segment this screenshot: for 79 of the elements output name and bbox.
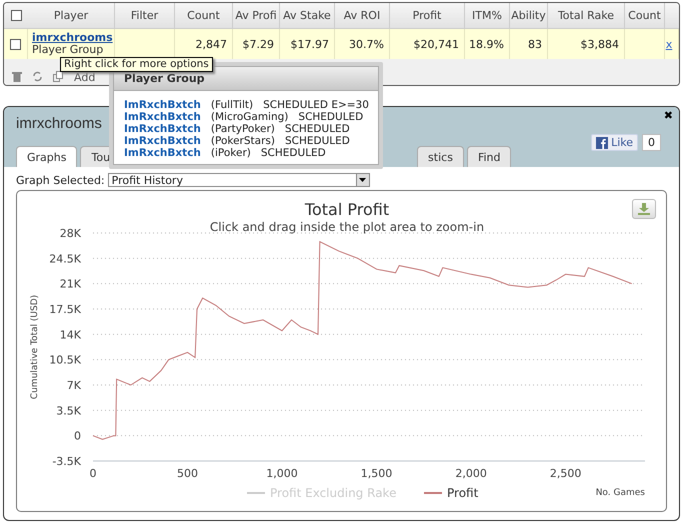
like-count: 0 xyxy=(642,134,661,151)
y-tick-label: 24.5K xyxy=(49,252,81,266)
site-name: (iPoker) xyxy=(210,147,251,159)
y-tick-label: 17.5K xyxy=(49,303,81,316)
trash-icon[interactable] xyxy=(12,71,22,82)
schedule-status: SCHEDULED xyxy=(284,135,350,147)
table-cell: 2,847 xyxy=(175,29,233,59)
y-tick-label: 28K xyxy=(60,227,81,240)
player-link[interactable]: imrxchrooms xyxy=(32,32,113,44)
close-icon[interactable]: ✖ xyxy=(664,109,673,122)
header-cell xyxy=(665,3,679,29)
select-all-checkbox[interactable] xyxy=(10,10,22,21)
add-label[interactable]: Add xyxy=(74,71,96,84)
chart-title: Total Profit xyxy=(304,200,390,219)
x-tick-label: 0 xyxy=(90,467,96,480)
caret-icon xyxy=(359,178,366,182)
dropdown-button[interactable] xyxy=(356,174,369,186)
x-tick-label: 1,500 xyxy=(360,467,392,480)
like-logo-icon xyxy=(596,136,608,148)
y-tick-label: 0 xyxy=(74,430,81,443)
row-checkbox[interactable] xyxy=(10,38,21,50)
site-name: (MicroGaming) xyxy=(210,111,288,123)
site-name: (FullTilt) xyxy=(210,99,254,111)
site-name: (PartyPoker) xyxy=(210,123,275,135)
tab[interactable]: stics xyxy=(417,146,464,167)
column-header[interactable]: Av Stake xyxy=(280,3,335,29)
y-tick-label: -3.5K xyxy=(52,455,81,468)
column-header[interactable]: ITM% xyxy=(465,3,510,29)
player-type: Player Group xyxy=(32,44,104,56)
download-icon[interactable] xyxy=(632,199,656,219)
like-button[interactable]: Like xyxy=(591,134,638,151)
schedule-status: SCHEDULED E>=30 xyxy=(263,99,369,111)
copy-icon[interactable] xyxy=(53,71,64,82)
schedule-status: SCHEDULED xyxy=(298,111,364,123)
y-tick-label: 3.5K xyxy=(56,404,81,418)
x-axis-title: No. Games xyxy=(596,488,645,498)
y-tick-label: 10.5K xyxy=(49,354,81,367)
table-cell: $17.97 xyxy=(280,29,335,59)
legend-label: Profit xyxy=(447,486,479,500)
table-cell: 30.7% xyxy=(335,29,390,59)
site-name: (PokerStars) xyxy=(210,135,275,147)
column-header[interactable]: Count xyxy=(175,3,233,29)
column-header[interactable]: Total Rake xyxy=(548,3,625,29)
x-tick-label: 500 xyxy=(177,467,198,480)
y-tick-label: 7K xyxy=(66,379,81,392)
column-header[interactable]: Av ROI xyxy=(335,3,390,29)
player-name[interactable]: ImRxchBxtch xyxy=(124,111,201,123)
x-tick-label: 1,000 xyxy=(266,467,298,480)
schedule-status: SCHEDULED xyxy=(284,123,350,135)
table-cell: $20,741 xyxy=(390,29,465,59)
table-cell: $3,884 xyxy=(548,29,625,59)
legend-item[interactable]: Profit xyxy=(424,486,478,500)
y-tick-label: 14K xyxy=(60,328,81,342)
chart-subtitle: Click and drag inside the plot area to zoom-in xyxy=(210,220,484,234)
schedule-status: SCHEDULED xyxy=(260,147,326,159)
x-tick-label: 2,500 xyxy=(550,467,582,480)
column-header[interactable]: Ability xyxy=(510,3,548,29)
y-tick-label: 21K xyxy=(60,278,81,291)
panel-title: imrxchrooms xyxy=(16,115,102,132)
player-name[interactable]: ImRxchBxtch xyxy=(124,147,201,159)
column-header[interactable]: Player xyxy=(28,3,115,29)
tab[interactable]: Find xyxy=(466,146,512,167)
refresh-icon[interactable] xyxy=(32,71,43,82)
table-cell: 83 xyxy=(510,29,548,59)
y-axis-title: Cumulative Total (USD) xyxy=(30,294,40,400)
column-header[interactable]: Count xyxy=(625,3,665,29)
x-tick-label: 2,000 xyxy=(455,467,487,480)
column-header[interactable]: Av Profi xyxy=(233,3,280,29)
graph-select[interactable]: Profit History xyxy=(108,173,370,187)
column-header[interactable]: Filter xyxy=(115,3,175,29)
tab[interactable]: Graphs xyxy=(16,146,78,167)
player-name[interactable]: ImRxchBxtch xyxy=(124,99,201,111)
table-cell: 18.9% xyxy=(465,29,510,59)
graph-select-label: Graph Selected: xyxy=(16,174,105,186)
player-name[interactable]: ImRxchBxtch xyxy=(124,135,201,147)
player-name[interactable]: ImRxchBxtch xyxy=(124,123,201,135)
column-header[interactable]: Profit xyxy=(390,3,465,29)
remove-link[interactable]: x xyxy=(666,38,672,50)
table-cell: $7.29 xyxy=(233,29,280,59)
